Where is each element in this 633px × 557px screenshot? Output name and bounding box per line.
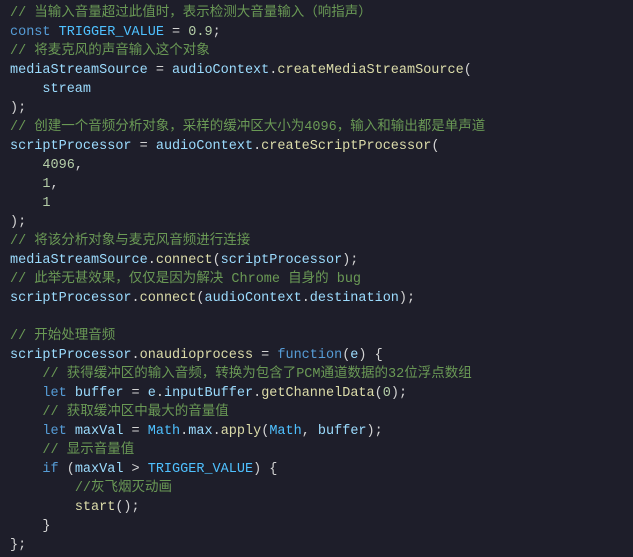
identifier: maxVal <box>75 462 124 477</box>
identifier: audioContext <box>172 63 269 78</box>
number: 0.9 <box>188 25 212 40</box>
const-name: TRIGGER_VALUE <box>59 25 164 40</box>
identifier: scriptProcessor <box>221 253 343 268</box>
punct: ); <box>10 215 26 230</box>
identifier: maxVal <box>75 424 124 439</box>
punct: , <box>302 424 318 439</box>
identifier: inputBuffer <box>164 386 253 401</box>
punct: , <box>51 177 59 192</box>
punct: ; <box>213 25 221 40</box>
identifier: scriptProcessor <box>10 139 132 154</box>
identifier: Math <box>269 424 301 439</box>
method-call: connect <box>140 291 197 306</box>
punct: ( <box>375 386 383 401</box>
keyword-if: if <box>42 462 58 477</box>
identifier: max <box>188 424 212 439</box>
punct: = <box>164 25 188 40</box>
method-call: getChannelData <box>261 386 374 401</box>
comment: // 开始处理音频 <box>10 329 115 344</box>
identifier: buffer <box>75 386 124 401</box>
punct: . <box>253 139 261 154</box>
number: 4096 <box>42 158 74 173</box>
punct: ); <box>367 424 383 439</box>
keyword-let: let <box>42 386 66 401</box>
punct: } <box>42 519 50 534</box>
comment: // 获取缓冲区中最大的音量值 <box>42 405 228 420</box>
punct: ) { <box>358 348 382 363</box>
keyword-const: const <box>10 25 51 40</box>
keyword-let: let <box>42 424 66 439</box>
punct: = <box>123 386 147 401</box>
punct: ); <box>10 101 26 116</box>
punct: . <box>132 348 140 363</box>
identifier: mediaStreamSource <box>10 63 148 78</box>
punct: . <box>302 291 310 306</box>
property: onaudioprocess <box>140 348 253 363</box>
method-call: connect <box>156 253 213 268</box>
punct: . <box>156 386 164 401</box>
method-call: createMediaStreamSource <box>277 63 463 78</box>
punct: ); <box>399 291 415 306</box>
identifier: destination <box>310 291 399 306</box>
punct: . <box>253 386 261 401</box>
punct: . <box>132 291 140 306</box>
comment: // 显示音量值 <box>42 443 134 458</box>
punct: ( <box>213 253 221 268</box>
keyword-function: function <box>277 348 342 363</box>
identifier: scriptProcessor <box>10 348 132 363</box>
identifier: audioContext <box>156 139 253 154</box>
punct: = <box>148 63 172 78</box>
const-name: TRIGGER_VALUE <box>148 462 253 477</box>
method-call: apply <box>221 424 262 439</box>
comment: // 将该分析对象与麦克风音频进行连接 <box>10 234 250 249</box>
punct: ( <box>464 63 472 78</box>
identifier: audioContext <box>204 291 301 306</box>
comment: // 获得缓冲区的输入音频，转换为包含了PCM通道数据的32位浮点数组 <box>42 367 471 382</box>
punct: . <box>148 253 156 268</box>
punct: }; <box>10 538 26 553</box>
punct: (); <box>115 500 139 515</box>
identifier: mediaStreamSource <box>10 253 148 268</box>
punct: ) { <box>253 462 277 477</box>
punct: ( <box>431 139 439 154</box>
punct: = <box>132 139 156 154</box>
comment: // 创建一个音频分析对象，采样的缓冲区大小为4096，输入和输出都是单声道 <box>10 120 485 135</box>
punct: ); <box>391 386 407 401</box>
operator: > <box>123 462 147 477</box>
punct: = <box>123 424 147 439</box>
identifier: scriptProcessor <box>10 291 132 306</box>
punct: . <box>213 424 221 439</box>
code-editor[interactable]: // 当输入音量超过此值时，表示检测大音量输入（响指声） const TRIGG… <box>0 0 633 555</box>
punct: ); <box>342 253 358 268</box>
method-call: createScriptProcessor <box>261 139 431 154</box>
identifier: e <box>148 386 156 401</box>
punct: , <box>75 158 83 173</box>
number: 1 <box>42 177 50 192</box>
number: 0 <box>383 386 391 401</box>
punct: = <box>253 348 277 363</box>
comment: //灰飞烟灭动画 <box>75 481 172 496</box>
comment: // 当输入音量超过此值时，表示检测大音量输入（响指声） <box>10 6 372 21</box>
identifier: buffer <box>318 424 367 439</box>
function-call: start <box>75 500 116 515</box>
comment: // 此举无甚效果，仅仅是因为解决 Chrome 自身的 bug <box>10 272 361 287</box>
comment: // 将麦克风的声音输入这个对象 <box>10 44 210 59</box>
identifier: Math <box>148 424 180 439</box>
number: 1 <box>42 196 50 211</box>
punct: ( <box>59 462 75 477</box>
identifier: stream <box>42 82 91 97</box>
